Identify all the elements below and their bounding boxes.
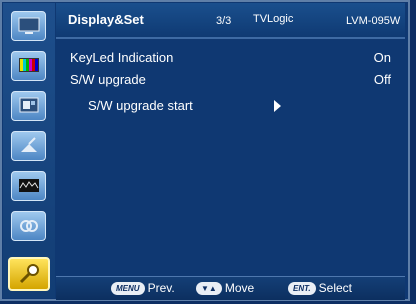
color-bars-icon (18, 58, 39, 72)
sidebar-item-picture[interactable] (11, 51, 46, 81)
sidebar-item-audio[interactable] (11, 211, 46, 241)
prev-label: Prev. (147, 281, 175, 295)
menu-row-value: On (373, 50, 391, 65)
menu-row-label: S/W upgrade (70, 72, 146, 87)
audio-link-icon (19, 220, 38, 232)
waveform-icon (18, 179, 39, 192)
menu-row-keyled-indication[interactable]: KeyLed Indication On (56, 47, 405, 69)
sidebar-item-system[interactable] (8, 257, 50, 291)
menu-row-sw-upgrade-start[interactable]: S/W upgrade start (56, 95, 405, 117)
move-hint: ▼▲ Move (196, 281, 254, 295)
enter-key-icon: ENT. (288, 281, 316, 295)
model-label: LVM-095W (346, 15, 401, 27)
select-hint: ENT. Select (288, 281, 352, 295)
sidebar-item-waveform[interactable] (11, 171, 46, 201)
menu-row-label: S/W upgrade start (88, 98, 193, 113)
move-label: Move (224, 281, 255, 295)
page-indicator: 3/3 (216, 15, 232, 27)
sidebar-item-monitor[interactable] (11, 11, 46, 41)
menu-row-value: Off (373, 72, 391, 87)
up-down-key-icon: ▼▲ (196, 281, 222, 295)
sidebar-item-display[interactable] (11, 91, 46, 121)
menu-row-label: KeyLed Indication (70, 50, 174, 65)
menu-key-icon: MENU (111, 281, 145, 295)
satellite-icon (20, 137, 37, 152)
menu-header: Display&Set 3/3 TVLogic LVM-095W (56, 3, 405, 39)
key-hint-bar: MENU Prev. ▼▲ Move ENT. Select (56, 276, 405, 300)
select-label: Select (318, 281, 352, 295)
prev-hint: MENU Prev. (111, 281, 175, 295)
sidebar-item-input[interactable] (11, 131, 46, 161)
menu-row-sw-upgrade[interactable]: S/W upgrade Off (56, 69, 405, 91)
submenu-arrow-icon (274, 100, 281, 112)
brand-label: TVLogic (253, 13, 294, 25)
tools-icon (19, 264, 39, 284)
menu-sidebar (3, 3, 55, 298)
display-layout-icon (19, 97, 38, 113)
monitor-icon (18, 17, 39, 34)
menu-title: Display&Set (68, 12, 144, 27)
osd-menu-window (0, 0, 410, 301)
